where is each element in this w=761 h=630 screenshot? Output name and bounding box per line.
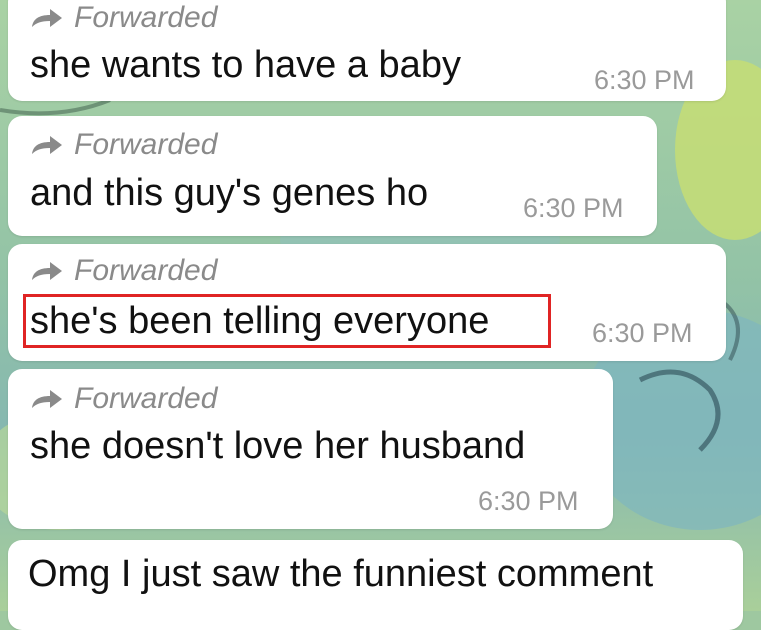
forwarded-label: Forwarded: [30, 251, 217, 291]
forward-arrow-icon: [32, 262, 62, 280]
message-bubble[interactable]: Omg I just saw the funniest comment: [8, 540, 743, 630]
message-time: 6:30 PM: [523, 193, 624, 223]
message-text: Omg I just saw the funniest comment: [28, 553, 654, 595]
forward-arrow-icon: [32, 136, 62, 154]
forward-arrow-icon: [32, 9, 62, 27]
forwarded-text: Forwarded: [74, 254, 218, 287]
forwarded-label: Forwarded: [30, 0, 217, 38]
forwarded-label: Forwarded: [30, 125, 217, 165]
forwarded-text: Forwarded: [74, 1, 218, 34]
highlight-box: [23, 294, 551, 348]
message-text: she wants to have a baby: [30, 44, 461, 86]
message-bubble[interactable]: Forwarded and this guy's genes ho 6:30 P…: [8, 116, 657, 236]
forwarded-label: Forwarded: [30, 379, 217, 419]
message-time: 6:30 PM: [594, 65, 695, 95]
message-text: she doesn't love her husband: [30, 425, 526, 467]
message-bubble[interactable]: Forwarded she doesn't love her husband 6…: [8, 369, 613, 529]
message-time: 6:30 PM: [478, 486, 579, 516]
message-bubble[interactable]: Forwarded she wants to have a baby 6:30 …: [8, 0, 726, 101]
message-text: and this guy's genes ho: [30, 172, 429, 214]
forwarded-text: Forwarded: [74, 382, 218, 415]
forward-arrow-icon: [32, 390, 62, 408]
message-time: 6:30 PM: [592, 318, 693, 348]
forwarded-text: Forwarded: [74, 128, 218, 161]
